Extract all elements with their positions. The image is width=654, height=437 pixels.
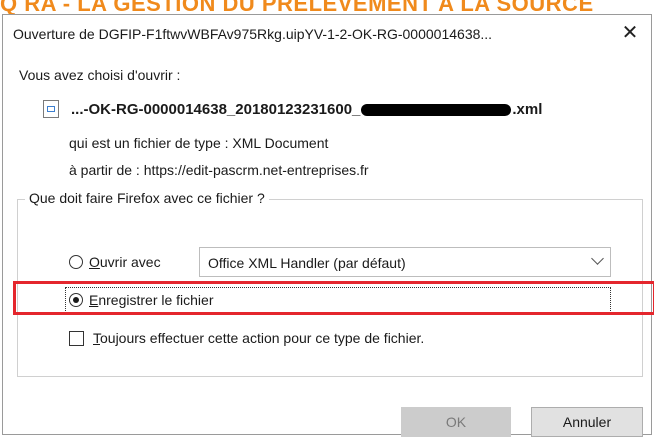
intro-text: Vous avez choisi d'ouvrir : xyxy=(19,67,181,83)
handler-select-value: Office XML Handler (par défaut) xyxy=(208,255,406,271)
xml-file-icon xyxy=(43,100,59,118)
open-with-radio[interactable] xyxy=(69,255,83,269)
redaction-mark xyxy=(361,103,512,116)
file-type-text: qui est un fichier de type : XML Documen… xyxy=(69,135,329,151)
action-group-legend: Que doit faire Firefox avec ce fichier ? xyxy=(25,190,269,206)
file-name: ...-OK-RG-0000014638_20180123231600_ .xml xyxy=(71,100,543,118)
file-name-row: ...-OK-RG-0000014638_20180123231600_ .xml xyxy=(43,97,542,121)
cancel-button[interactable]: Annuler xyxy=(531,407,643,437)
dialog-titlebar: Ouverture de DGFIP-F1ftwvWBFAv975Rkg.uip… xyxy=(3,15,651,51)
always-do-this-label[interactable]: Toujours effectuer cette action pour ce … xyxy=(93,330,424,346)
chevron-down-icon xyxy=(591,252,604,265)
ok-button[interactable]: OK xyxy=(401,407,511,437)
close-icon[interactable]: ✕ xyxy=(613,19,647,47)
file-source-text: à partir de : https://edit-pascrm.net-en… xyxy=(69,162,369,178)
open-file-dialog: Ouverture de DGFIP-F1ftwvWBFAv975Rkg.uip… xyxy=(2,14,654,437)
highlight-annotation xyxy=(13,281,654,315)
dialog-title: Ouverture de DGFIP-F1ftwvWBFAv975Rkg.uip… xyxy=(13,26,493,42)
always-do-this-checkbox[interactable] xyxy=(69,331,84,346)
open-with-label[interactable]: Ouvrir avec xyxy=(89,254,161,270)
handler-select[interactable]: Office XML Handler (par défaut) xyxy=(199,247,611,277)
